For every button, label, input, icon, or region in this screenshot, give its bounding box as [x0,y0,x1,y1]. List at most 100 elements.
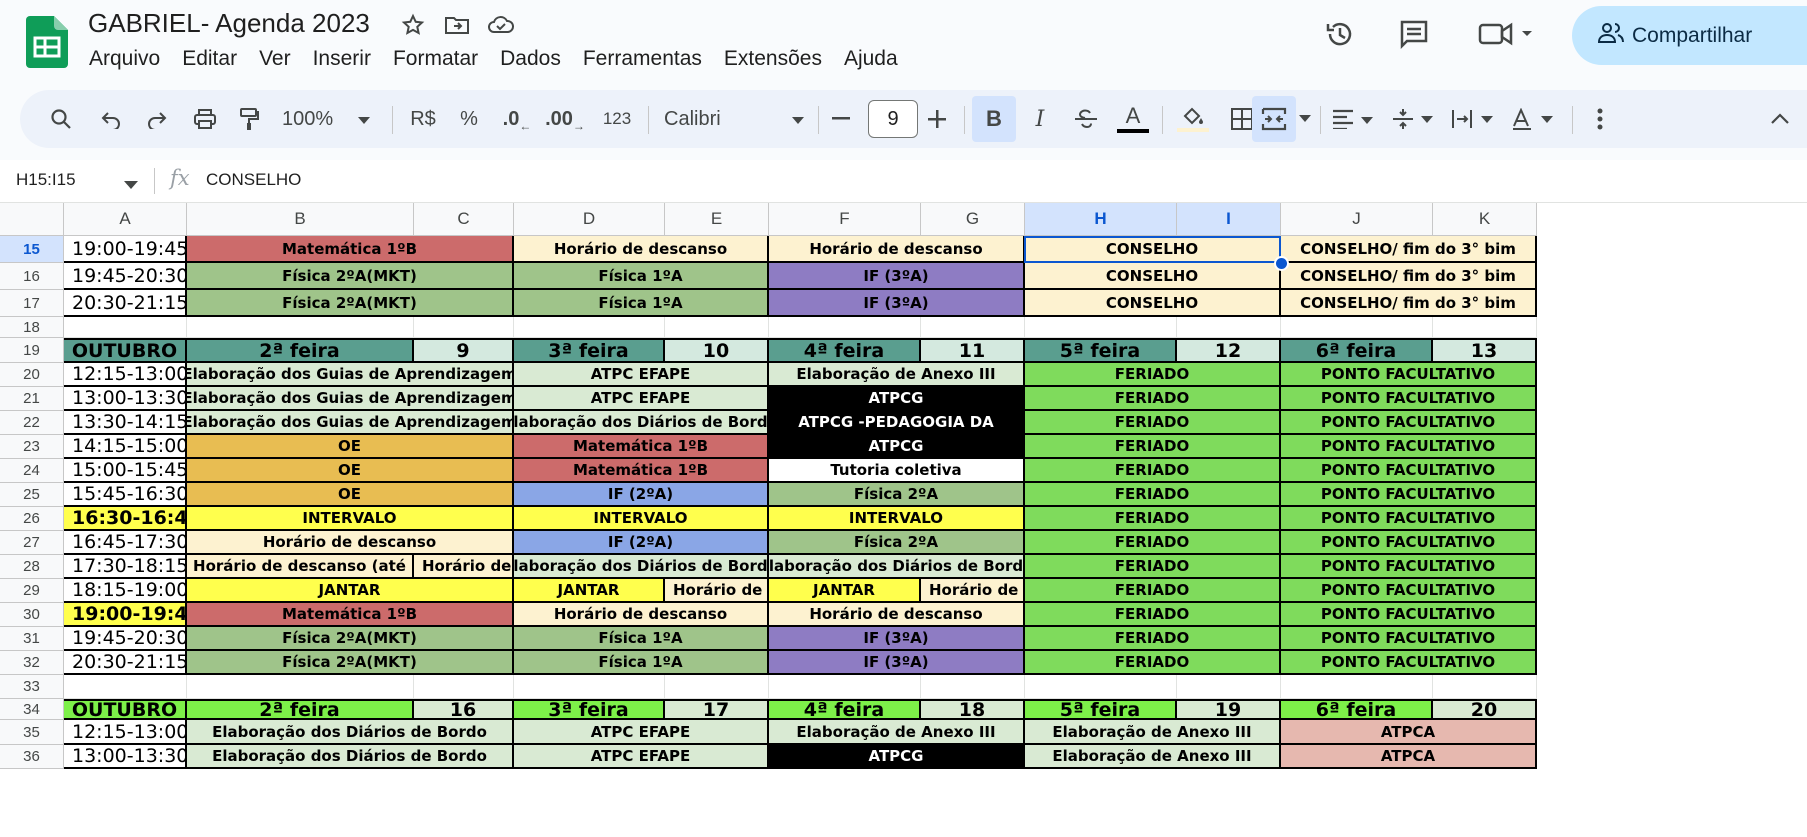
cell-b28[interactable]: Horário de descanso (até [187,555,414,579]
cell-a22[interactable]: 13:30-14:15 [64,411,187,435]
row-header-35[interactable]: 35 [0,720,64,745]
cell-d28[interactable]: Elaboração dos Diários de Bordo [514,555,769,579]
cell-h30[interactable]: FERIADO [1025,603,1281,627]
cell-d17[interactable]: Física 1ºA [514,290,769,317]
cell-j25[interactable]: PONTO FACULTATIVO [1281,483,1537,507]
cell-f27[interactable]: Física 2ºA [769,531,1025,555]
row-header-28[interactable]: 28 [0,555,64,579]
cell-h17[interactable]: CONSELHO [1025,290,1281,317]
currency-format-button[interactable]: R$ [406,90,440,148]
cell-a24[interactable]: 15:00-15:45 [64,459,187,483]
cell-h28[interactable]: FERIADO [1025,555,1281,579]
cloud-saved-icon[interactable] [486,10,516,40]
search-menus-icon[interactable] [44,90,78,148]
cell-f15[interactable]: Horário de descanso [769,236,1025,263]
cell-e34[interactable]: 17 [665,699,769,720]
row-header-30[interactable]: 30 [0,603,64,627]
menu-dados[interactable]: Dados [489,46,572,72]
cell-f23[interactable]: ATPCG [769,435,1025,459]
strikethrough-icon[interactable] [1068,90,1104,148]
select-all-corner[interactable] [0,203,64,236]
cell-b29[interactable]: JANTAR [187,579,514,603]
row-header-23[interactable]: 23 [0,435,64,459]
row-header-26[interactable]: 26 [0,507,64,531]
cell-f29[interactable]: JANTAR [769,579,921,603]
cell-h23[interactable]: FERIADO [1025,435,1281,459]
cell-f31[interactable]: IF (3ºA) [769,627,1025,651]
cell-a15[interactable]: 19:00-19:45 [64,236,187,263]
menu-ferramentas[interactable]: Ferramentas [572,46,713,72]
print-icon[interactable] [188,90,222,148]
cell-a28[interactable]: 17:30-18:15 [64,555,187,579]
cell-a31[interactable]: 19:45-20:30 [64,627,187,651]
cell-a29[interactable]: 18:15-19:00 [64,579,187,603]
cell-h27[interactable]: FERIADO [1025,531,1281,555]
cell-d31[interactable]: Física 1ºA [514,627,769,651]
column-header-i[interactable]: I [1177,203,1281,236]
cell-d32[interactable]: Física 1ºA [514,651,769,675]
cell-a36[interactable]: 13:00-13:30 [64,745,187,769]
row-header-18[interactable]: 18 [0,317,64,338]
cell-b25[interactable]: OE [187,483,514,507]
cell-j22[interactable]: PONTO FACULTATIVO [1281,411,1537,435]
cell-j29[interactable]: PONTO FACULTATIVO [1281,579,1537,603]
cell-b30[interactable]: Matemática 1ºB [187,603,514,627]
cell-h36[interactable]: Elaboração de Anexo III [1025,745,1281,769]
cell-h26[interactable]: FERIADO [1025,507,1281,531]
decrease-decimal-button[interactable]: .0 ← [500,90,534,148]
document-title[interactable]: GABRIEL- Agenda 2023 [88,8,370,39]
column-header-b[interactable]: B [187,203,414,236]
cell-a23[interactable]: 14:15-15:00 [64,435,187,459]
cell-h25[interactable]: FERIADO [1025,483,1281,507]
cell-d27[interactable]: IF (2ºA) [514,531,769,555]
cell-f30[interactable]: Horário de descanso [769,603,1025,627]
cell-j15[interactable]: CONSELHO/ fim do 3° bim [1281,236,1537,263]
decrease-font-size-icon[interactable] [826,90,856,148]
increase-decimal-button[interactable]: .00 → [544,90,586,148]
empty-row[interactable] [64,675,1537,699]
chevron-down-icon[interactable] [124,177,138,195]
cell-b26[interactable]: INTERVALO [187,507,514,531]
fill-color-icon[interactable] [1174,90,1212,148]
column-header-k[interactable]: K [1433,203,1537,236]
cell-h31[interactable]: FERIADO [1025,627,1281,651]
menu-extensoes[interactable]: Extensões [713,46,833,72]
row-header-32[interactable]: 32 [0,651,64,675]
cell-a19[interactable]: OUTUBRO [64,338,187,363]
font-size-input[interactable]: 9 [868,100,918,138]
cell-b22[interactable]: Elaboração dos Guias de Aprendizagem [187,411,514,435]
cell-h32[interactable]: FERIADO [1025,651,1281,675]
cell-f28[interactable]: Elaboração dos Diários de Bordo [769,555,1025,579]
font-select[interactable]: Calibri [664,90,804,148]
star-icon[interactable] [398,10,428,40]
text-rotation-icon[interactable] [1510,90,1560,148]
column-header-g[interactable]: G [921,203,1025,236]
cell-j26[interactable]: PONTO FACULTATIVO [1281,507,1537,531]
cell-f21[interactable]: ATPCG [769,387,1025,411]
cell-b23[interactable]: OE [187,435,514,459]
cell-b34[interactable]: 2ª feira [187,699,414,720]
cell-b35[interactable]: Elaboração dos Diários de Bordo [187,720,514,745]
row-header-29[interactable]: 29 [0,579,64,603]
more-options-icon[interactable] [1588,90,1612,148]
column-header-d[interactable]: D [514,203,665,236]
version-history-icon[interactable] [1320,14,1360,54]
cell-a34[interactable]: OUTUBRO [64,699,187,720]
cell-f24[interactable]: Tutoria coletiva [769,459,1025,483]
row-header-33[interactable]: 33 [0,675,64,699]
cell-h29[interactable]: FERIADO [1025,579,1281,603]
row-header-17[interactable]: 17 [0,290,64,317]
cell-f17[interactable]: IF (3ºA) [769,290,1025,317]
cell-h24[interactable]: FERIADO [1025,459,1281,483]
cell-d25[interactable]: IF (2ºA) [514,483,769,507]
cell-b19[interactable]: 2ª feira [187,338,414,363]
cell-d22[interactable]: Elaboração dos Diários de Bordo [514,411,769,435]
row-header-20[interactable]: 20 [0,363,64,387]
cell-a20[interactable]: 12:15-13:00 [64,363,187,387]
chevron-down-icon[interactable] [1298,90,1312,148]
cell-j30[interactable]: PONTO FACULTATIVO [1281,603,1537,627]
cell-e29[interactable]: Horário de [665,579,769,603]
bold-button[interactable]: B [972,96,1016,142]
formula-input[interactable]: CONSELHO [206,170,301,190]
cell-b21[interactable]: Elaboração dos Guias de Aprendizagem [187,387,514,411]
